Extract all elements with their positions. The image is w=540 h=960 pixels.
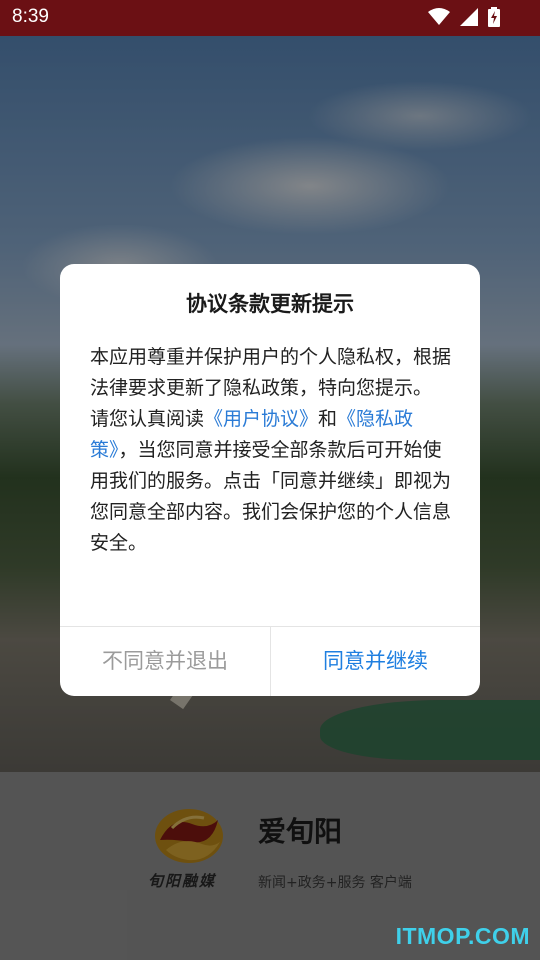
agree-continue-button[interactable]: 同意并继续 (271, 627, 480, 696)
dialog-title: 协议条款更新提示 (186, 292, 354, 316)
status-icons (428, 7, 500, 27)
status-bar: 8:39 (0, 0, 540, 36)
agreement-update-dialog: 协议条款更新提示 本应用尊重并保护用户的个人隐私权，根据法律要求更新了隐私政策，… (60, 264, 480, 696)
battery-charging-icon (488, 7, 500, 27)
user-agreement-link[interactable]: 《用户协议》 (204, 408, 318, 430)
dialog-body: 本应用尊重并保护用户的个人隐私权，根据法律要求更新了隐私政策，特向您提示。 请您… (90, 342, 452, 559)
dialog-paragraph-1: 本应用尊重并保护用户的个人隐私权，根据法律要求更新了隐私政策，特向您提示。 (90, 346, 452, 399)
signal-icon (460, 8, 478, 26)
watermark: ITMOP.COM (395, 923, 530, 949)
and-text: 和 (318, 408, 338, 430)
paragraph-2-prefix: 请您认真阅读 (90, 408, 205, 430)
decline-exit-button[interactable]: 不同意并退出 (60, 627, 270, 696)
splash-screen: 8:39 旬阳融媒 爱旬阳 新闻+政务+服务 客户端 ITMOP.COM 协议条… (0, 0, 540, 960)
wifi-icon (428, 8, 450, 25)
status-time: 8:39 (12, 6, 49, 27)
paragraph-2-suffix: ，当您同意并接受全部条款后可开始使用我们的服务。点击「同意并继续」即视为您同意全… (90, 439, 452, 554)
dialog-paragraph-2: 请您认真阅读《用户协议》和《隐私政策》，当您同意并接受全部条款后可开始使用我们的… (90, 404, 452, 559)
